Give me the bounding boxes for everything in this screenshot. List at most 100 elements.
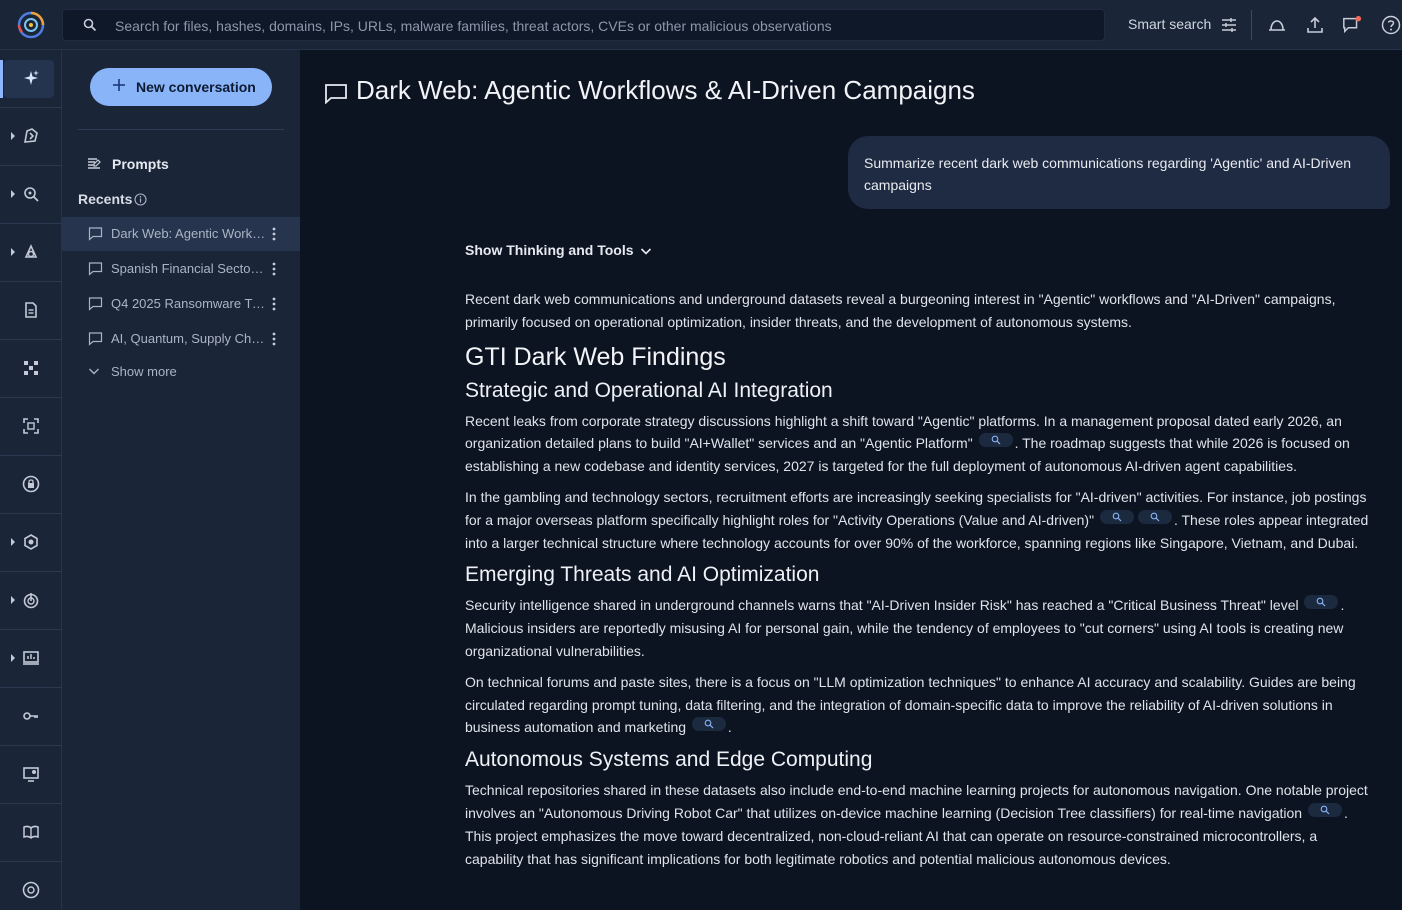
- upload-icon[interactable]: [1305, 15, 1325, 35]
- prompts-label: Prompts: [112, 156, 169, 172]
- more-options-icon[interactable]: [267, 331, 281, 347]
- search-icon: [1317, 598, 1326, 607]
- chat-bubble-icon: [88, 332, 103, 346]
- rail-item-malware-analysis[interactable]: [0, 224, 62, 282]
- response-paragraph: Recent leaks from corporate strategy dis…: [465, 412, 1350, 475]
- graph-icon: [24, 361, 38, 375]
- radar-icon: [23, 593, 39, 609]
- rail-item-graph[interactable]: [0, 340, 62, 398]
- hat-icon[interactable]: [1267, 15, 1287, 35]
- section-heading: Strategic and Operational AI Integration: [465, 378, 833, 402]
- rail-item-documentation[interactable]: [0, 804, 62, 862]
- search-icon: [1112, 512, 1122, 522]
- rail-item-hunting[interactable]: [0, 166, 62, 224]
- rail-item-settings[interactable]: [0, 746, 62, 804]
- chevron-down-icon[interactable]: [640, 245, 652, 257]
- search-input[interactable]: Search for files, hashes, domains, IPs, …: [115, 18, 832, 34]
- chat-bubble-icon: [88, 297, 103, 311]
- citation-chip[interactable]: [1304, 595, 1339, 610]
- recent-conversation-item[interactable]: Q4 2025 Ransomware Trends: [62, 287, 300, 321]
- dashboard-icon: [23, 651, 39, 665]
- show-more-label: Show more: [111, 364, 177, 379]
- chat-bubble-icon: [88, 227, 103, 241]
- search-bar[interactable]: Search for files, hashes, domains, IPs, …: [62, 9, 1105, 41]
- rail-item-ai-assistant[interactable]: [0, 50, 62, 108]
- show-thinking-toggle[interactable]: Show Thinking and Tools: [465, 242, 634, 258]
- citation-chip[interactable]: [1308, 802, 1342, 817]
- rail-item-security[interactable]: [0, 456, 62, 514]
- rail-item-threat-landscape[interactable]: [0, 108, 62, 166]
- search-icon: [1150, 512, 1160, 522]
- chat-bubble-icon: [325, 84, 347, 104]
- recent-conversation-item[interactable]: Spanish Financial Sector Threats: [62, 252, 300, 286]
- sidebar-divider: [78, 129, 284, 130]
- expand-caret-icon: [11, 248, 15, 256]
- malware-analysis-icon: [24, 244, 38, 258]
- smart-search-button[interactable]: Smart search: [1128, 16, 1211, 32]
- info-icon[interactable]: [134, 193, 147, 206]
- new-conversation-label: New conversation: [136, 79, 256, 95]
- conversation-sidebar: New conversation Prompts Recents Dark We…: [62, 50, 300, 910]
- response-paragraph: In the gambling and technology sectors, …: [465, 488, 1369, 551]
- search-icon: [83, 18, 97, 32]
- help-icon[interactable]: [1381, 15, 1401, 35]
- recent-conversation-item[interactable]: Dark Web: Agentic Workflows & AI-Driven …: [62, 217, 300, 251]
- expand-caret-icon: [11, 654, 15, 662]
- hexagon-icon: [24, 534, 38, 550]
- search-icon: [991, 436, 1001, 445]
- user-message-bubble: Summarize recent dark web communications…: [848, 136, 1390, 209]
- search-icon: [1320, 805, 1330, 815]
- top-bar: Search for files, hashes, domains, IPs, …: [0, 0, 1402, 50]
- rail-item-dashboards[interactable]: [0, 630, 62, 688]
- plus-icon: [113, 79, 125, 91]
- book-icon: [23, 825, 39, 840]
- citation-chip[interactable]: [978, 433, 1013, 448]
- chevron-down-icon: [89, 368, 99, 375]
- more-options-icon[interactable]: [267, 296, 281, 312]
- rail-item-reports[interactable]: [0, 282, 62, 340]
- show-more-button[interactable]: Show more: [62, 355, 300, 389]
- assistant-response: Recent dark web communications and under…: [465, 288, 1373, 878]
- recent-conversation-title: Spanish Financial Sector Threats: [111, 261, 266, 276]
- rail-item-api-keys[interactable]: [0, 688, 62, 746]
- hunting-icon: [24, 187, 39, 202]
- new-conversation-button[interactable]: New conversation: [90, 68, 272, 106]
- report-icon: [25, 302, 37, 318]
- more-options-icon[interactable]: [267, 226, 281, 242]
- response-paragraph: Security intelligence shared in undergro…: [465, 595, 1345, 659]
- conversation-panel: Dark Web: Agentic Workflows & AI-Driven …: [300, 50, 1402, 910]
- sparkle-icon: [24, 70, 39, 85]
- response-heading: GTI Dark Web Findings: [465, 342, 726, 371]
- filter-sliders-icon[interactable]: [1219, 15, 1239, 35]
- chat-bubble-icon: [88, 262, 103, 276]
- section-heading: Autonomous Systems and Edge Computing: [465, 748, 873, 772]
- rail-item-support[interactable]: [0, 862, 62, 910]
- threat-landscape-icon: [24, 128, 38, 143]
- rail-item-monitoring[interactable]: [0, 572, 62, 630]
- page-title: Dark Web: Agentic Workflows & AI-Driven …: [356, 75, 975, 105]
- lock-icon: [22, 475, 40, 493]
- active-indicator: [0, 60, 3, 98]
- response-intro: Recent dark web communications and under…: [465, 291, 1336, 330]
- rail-item-scan[interactable]: [0, 398, 62, 456]
- citation-chip[interactable]: [1137, 509, 1172, 524]
- response-paragraph: On technical forums and paste sites, the…: [465, 673, 1356, 736]
- expand-caret-icon: [11, 596, 15, 604]
- rail-item-intelligence[interactable]: [0, 514, 62, 572]
- scan-icon: [23, 418, 39, 434]
- notifications-icon[interactable]: [1342, 15, 1362, 35]
- support-icon: [22, 881, 40, 899]
- key-icon: [23, 712, 38, 720]
- toolbar-divider: [1251, 10, 1252, 40]
- citation-chip[interactable]: [691, 717, 726, 732]
- recent-conversation-title: AI, Quantum, Supply Chain: [111, 331, 266, 346]
- response-paragraph: Technical repositories shared in these d…: [465, 782, 1368, 867]
- more-options-icon[interactable]: [267, 261, 281, 277]
- recents-heading: Recents: [78, 191, 133, 207]
- recent-conversation-title: Q4 2025 Ransomware Trends: [111, 296, 266, 311]
- recent-conversation-item[interactable]: AI, Quantum, Supply Chain: [62, 322, 300, 356]
- logo-icon[interactable]: [16, 10, 46, 40]
- citation-chip[interactable]: [1099, 509, 1134, 524]
- expand-caret-icon: [11, 132, 15, 140]
- search-icon: [704, 720, 714, 729]
